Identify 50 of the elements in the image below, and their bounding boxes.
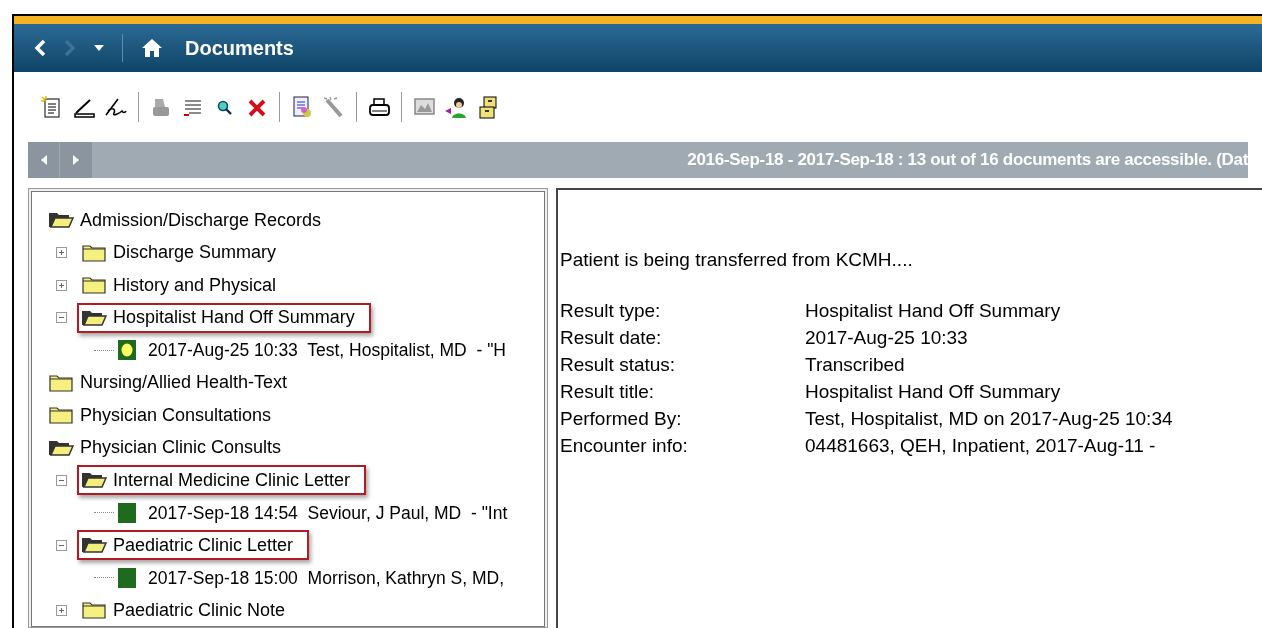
field-label: Result title: — [560, 380, 654, 404]
tree-item[interactable]: Paediatric Clinic Letter — [113, 531, 294, 559]
document-item[interactable]: 2017-Sep-18 14:54 Seviour, J Paul, MD - "Int — [148, 499, 508, 526]
expand-toggle-icon[interactable] — [56, 604, 67, 616]
tree-item[interactable]: Admission/Discharge Records — [80, 206, 322, 234]
tree-item[interactable]: Hospitalist Hand Off Summary — [113, 304, 355, 332]
window-title: Documents — [185, 36, 294, 61]
status-text: 2016-Sep-18 - 2017-Sep-18 : 13 out of 16 documents are accessible. (Dat — [687, 149, 1248, 172]
field-value: Hospitalist Hand Off Summary — [805, 380, 1061, 404]
expand-toggle-icon[interactable] — [56, 279, 67, 291]
collapse-toggle-icon[interactable] — [56, 539, 67, 551]
field-label: Result date: — [560, 326, 662, 350]
folder-icon — [81, 242, 107, 263]
collapse-toggle-icon[interactable] — [56, 312, 67, 324]
document-item[interactable]: 2017-Aug-25 10:33 Test, Hospitalist, MD - "H — [148, 337, 506, 364]
folder-icon — [81, 275, 107, 296]
field-value: Transcribed — [805, 353, 905, 377]
right-arrow-icon — [73, 155, 79, 165]
field-value: Hospitalist Hand Off Summary — [805, 299, 1061, 323]
tree-item[interactable]: Physician Clinic Consults — [80, 434, 282, 462]
collapse-toggle-icon[interactable] — [56, 474, 67, 486]
field-label: Performed By: — [560, 407, 682, 431]
caret-icon[interactable] — [94, 45, 104, 51]
tree-item[interactable]: Nursing/Allied Health-Text — [80, 369, 288, 397]
status-icon — [118, 567, 136, 588]
home-icon[interactable] — [141, 38, 163, 58]
field-label: Result status: — [560, 353, 676, 377]
document-edit-icon[interactable] — [290, 95, 314, 119]
tree-item[interactable]: Internal Medicine Clinic Letter — [113, 466, 351, 494]
tree-item[interactable]: Physician Consultations — [80, 401, 272, 429]
printer-icon[interactable] — [367, 95, 391, 119]
field-label: Encounter info: — [560, 434, 688, 458]
document-item[interactable]: 2017-Sep-18 15:00 Morrison, Kathryn S, MD, — [148, 564, 504, 591]
field-value: 2017-Aug-25 10:33 — [805, 326, 968, 350]
file-cabinet-icon[interactable] — [476, 95, 500, 119]
tree-item[interactable]: Discharge Summary — [113, 239, 277, 267]
tree-item[interactable]: Paediatric Clinic Note — [113, 596, 286, 624]
field-value: 04481663, QEH, Inpatient, 2017-Aug-11 - — [805, 434, 1156, 458]
status-icon — [118, 340, 136, 361]
expand-toggle-icon[interactable] — [56, 247, 67, 259]
open-folder-icon — [81, 535, 107, 556]
document-summary: Patient is being transferred from KCMH.... — [560, 248, 913, 272]
left-arrow-icon — [40, 155, 47, 165]
tree-item[interactable]: History and Physical — [113, 271, 277, 299]
person-arrow-icon[interactable] — [444, 95, 468, 119]
folder-icon — [81, 600, 107, 621]
field-label: Result type: — [560, 299, 661, 323]
open-folder-icon — [81, 470, 107, 491]
field-value: Test, Hospitalist, MD on 2017-Aug-25 10:34 — [805, 407, 1173, 431]
status-icon — [118, 502, 136, 523]
